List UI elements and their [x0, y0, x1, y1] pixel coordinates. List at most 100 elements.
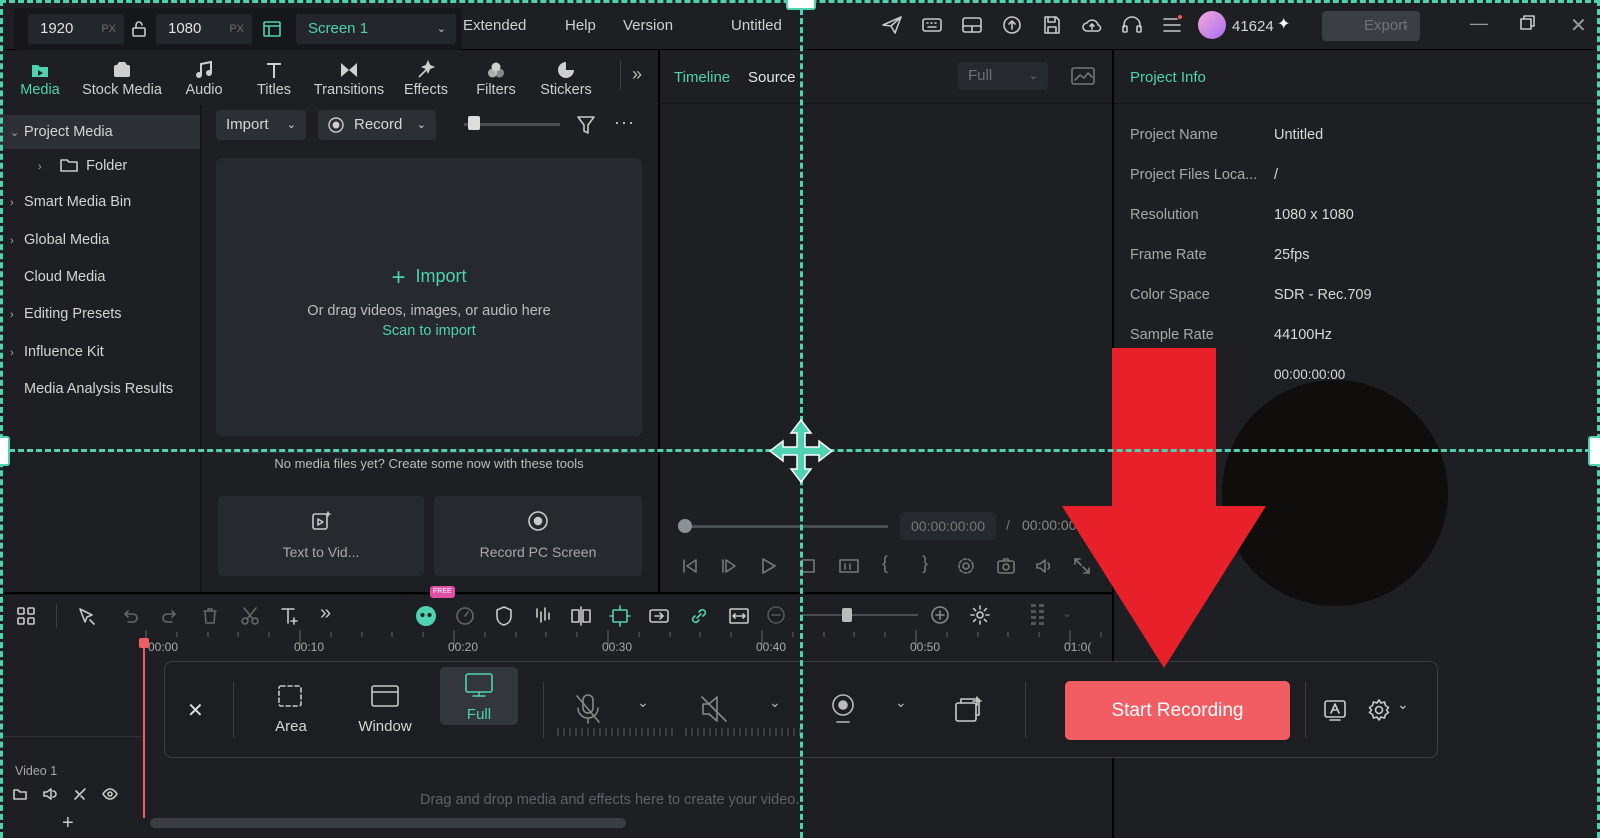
- playback-progress[interactable]: [684, 525, 888, 528]
- render-settings-icon[interactable]: [956, 556, 976, 576]
- display-settings-icon[interactable]: [1070, 66, 1096, 86]
- height-input[interactable]: 1080 PX: [156, 14, 252, 44]
- resize-handle-top[interactable]: [786, 0, 816, 10]
- cut-icon[interactable]: [240, 606, 260, 626]
- track-lock-icon[interactable]: [72, 786, 88, 802]
- close-recorder-icon[interactable]: ✕: [187, 698, 204, 723]
- filter-icon[interactable]: [576, 114, 596, 136]
- mark-out-icon[interactable]: }: [922, 553, 928, 574]
- zoom-out-icon[interactable]: [766, 605, 786, 625]
- track-visibility-icon[interactable]: [102, 786, 118, 802]
- sidebar-item-folder[interactable]: › Folder: [0, 149, 200, 183]
- snapshot-icon[interactable]: [996, 556, 1016, 576]
- import-dropzone[interactable]: + Import Or drag videos, images, or audi…: [216, 158, 642, 436]
- sidebar-item-cloud-media[interactable]: Cloud Media: [0, 260, 200, 294]
- width-input[interactable]: 1920 PX: [28, 14, 124, 44]
- mode-full[interactable]: Full: [440, 667, 518, 725]
- tab-transitions[interactable]: Transitions: [306, 56, 392, 98]
- resize-handle-right[interactable]: [1588, 436, 1600, 466]
- more-options-icon[interactable]: ···: [614, 112, 635, 133]
- system-audio-dropdown[interactable]: ⌄: [769, 694, 781, 711]
- thumbnail-size-slider-handle[interactable]: [468, 116, 480, 130]
- detach-icon[interactable]: [648, 605, 670, 627]
- speed-icon[interactable]: [454, 605, 476, 627]
- scan-to-import-link[interactable]: Scan to import: [216, 323, 642, 339]
- import-link[interactable]: + Import: [216, 264, 642, 292]
- recorder-settings-dropdown[interactable]: ⌄: [1397, 696, 1409, 713]
- tab-timeline[interactable]: Timeline: [674, 69, 730, 86]
- cloud-icon[interactable]: [1080, 13, 1104, 37]
- delete-icon[interactable]: [200, 606, 220, 626]
- zoom-slider-handle[interactable]: [842, 608, 852, 622]
- volume-icon[interactable]: [1034, 556, 1054, 576]
- resize-handle-left[interactable]: [0, 436, 10, 466]
- record-dropdown[interactable]: Record ⌄: [318, 110, 436, 140]
- system-audio-off-icon[interactable]: [699, 692, 729, 726]
- send-icon[interactable]: [880, 13, 904, 37]
- sidebar-item-project-media[interactable]: ⌄ Project Media: [0, 115, 200, 149]
- text-to-video-button[interactable]: Text to Vid...: [218, 496, 424, 576]
- start-recording-button[interactable]: Start Recording: [1065, 681, 1290, 740]
- track-audio-icon[interactable]: [42, 786, 58, 802]
- timeline-settings-icon[interactable]: [970, 605, 990, 625]
- keyboard-icon[interactable]: [920, 13, 944, 37]
- add-track-icon[interactable]: +: [62, 812, 74, 835]
- move-icon[interactable]: [768, 418, 834, 484]
- redo-icon[interactable]: [160, 606, 180, 626]
- tab-effects[interactable]: Effects: [390, 56, 462, 98]
- timeline-scrollbar[interactable]: [150, 818, 626, 828]
- menu-help[interactable]: Help: [565, 17, 596, 34]
- save-icon[interactable]: [1040, 13, 1064, 37]
- sidebar-item-editing-presets[interactable]: › Editing Presets: [0, 297, 200, 331]
- playback-progress-handle[interactable]: [678, 519, 692, 533]
- more-tabs-icon[interactable]: »: [632, 64, 642, 85]
- shield-icon[interactable]: [494, 605, 514, 627]
- mode-area[interactable]: Area: [255, 672, 327, 748]
- menu-extended[interactable]: Extended: [463, 17, 526, 34]
- prev-frame-icon[interactable]: [680, 556, 700, 576]
- sidebar-item-influence-kit[interactable]: › Influence Kit: [0, 335, 200, 369]
- microphone-dropdown[interactable]: ⌄: [637, 694, 649, 711]
- close-icon[interactable]: ✕: [1570, 13, 1587, 38]
- zoom-in-icon[interactable]: [930, 605, 950, 625]
- tab-media[interactable]: Media: [4, 56, 76, 98]
- quality-select[interactable]: Full ⌄: [958, 62, 1048, 90]
- avatar[interactable]: [1198, 11, 1226, 39]
- link-icon[interactable]: [688, 605, 710, 627]
- mark-in-icon[interactable]: {: [882, 553, 888, 574]
- upgrade-icon[interactable]: [1000, 13, 1024, 37]
- screen-select[interactable]: Screen 1 ⌄: [296, 14, 456, 44]
- headset-icon[interactable]: [1120, 13, 1144, 37]
- webcam-dropdown[interactable]: ⌄: [895, 694, 907, 711]
- tab-stickers[interactable]: Stickers: [530, 56, 602, 98]
- recorder-settings-icon[interactable]: [1367, 698, 1391, 722]
- webcam-icon[interactable]: [829, 692, 857, 724]
- tab-filters[interactable]: Filters: [460, 56, 532, 98]
- menu-list-icon[interactable]: [1160, 13, 1184, 37]
- more-tools-icon[interactable]: »: [320, 602, 331, 625]
- add-screen-icon[interactable]: [953, 694, 985, 726]
- play-reverse-icon[interactable]: [720, 556, 740, 576]
- tab-audio[interactable]: Audio: [168, 56, 240, 98]
- zoom-slider[interactable]: [800, 614, 918, 616]
- current-time[interactable]: 00:00:00:00: [900, 512, 996, 540]
- split-screen-icon[interactable]: [570, 605, 592, 627]
- audio-split-icon[interactable]: [532, 605, 554, 627]
- sidebar-item-media-analysis[interactable]: Media Analysis Results: [0, 372, 200, 406]
- layout-icon[interactable]: [960, 13, 984, 37]
- sidebar-item-global-media[interactable]: › Global Media: [0, 223, 200, 257]
- auto-text-icon[interactable]: [1323, 698, 1347, 722]
- play-icon[interactable]: [758, 556, 778, 576]
- undo-icon[interactable]: [120, 606, 140, 626]
- ai-assistant-icon[interactable]: [414, 604, 438, 628]
- tab-stock-media[interactable]: Stock Media: [78, 56, 166, 98]
- auto-reframe-icon[interactable]: [608, 604, 632, 628]
- tab-source[interactable]: Source: [748, 69, 796, 86]
- menu-version[interactable]: Version: [623, 17, 673, 34]
- playhead-handle[interactable]: [139, 638, 149, 648]
- link-ratio-icon[interactable]: [130, 20, 148, 38]
- playhead[interactable]: [143, 638, 145, 818]
- fit-icon[interactable]: [838, 556, 860, 576]
- track-height-icon[interactable]: [1028, 602, 1048, 630]
- restore-icon[interactable]: [1520, 15, 1536, 31]
